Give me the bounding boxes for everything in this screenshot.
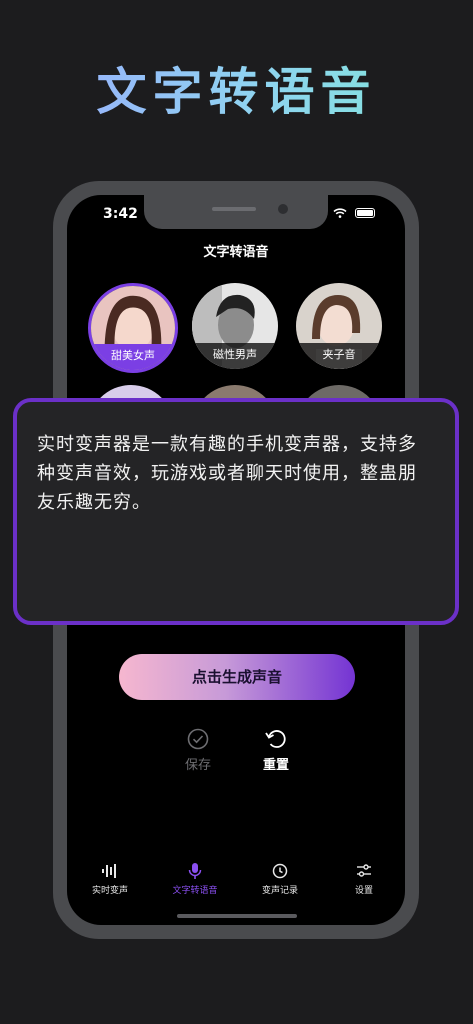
waveform-icon	[102, 864, 116, 878]
tab-label: 设置	[354, 886, 373, 896]
screen-title: 文字转语音	[203, 245, 269, 260]
tab-settings[interactable]: 设置	[329, 862, 399, 896]
home-indicator	[177, 914, 297, 918]
voice-option-magnetic-male[interactable]: 磁性男声	[192, 283, 278, 369]
tab-label: 文字转语音	[172, 886, 218, 896]
reset-button[interactable]: 重置	[246, 728, 306, 773]
save-button[interactable]: 保存	[168, 728, 228, 773]
battery-icon	[355, 208, 375, 218]
save-label: 保存	[184, 758, 211, 773]
reset-icon	[265, 730, 286, 748]
tab-label: 实时变声	[91, 886, 128, 896]
microphone-icon	[188, 863, 202, 879]
voice-label: 夹子音	[296, 343, 382, 369]
reset-label: 重置	[262, 758, 289, 773]
phone-notch	[144, 195, 328, 229]
headline-title: 文字转语音	[0, 52, 473, 124]
voice-option-sweet-female[interactable]: 甜美女声	[88, 283, 178, 373]
voice-label: 磁性男声	[192, 343, 278, 369]
tab-label: 变声记录	[261, 886, 298, 896]
front-camera	[278, 204, 288, 214]
wifi-icon	[333, 208, 347, 218]
voice-option-clip-voice[interactable]: 夹子音	[296, 283, 382, 369]
tab-voice-history[interactable]: 变声记录	[245, 862, 315, 896]
voice-label: 甜美女声	[91, 344, 175, 370]
check-circle-icon	[187, 728, 209, 750]
speaker-grille	[212, 207, 256, 211]
tab-realtime-voice[interactable]: 实时变声	[75, 862, 145, 896]
status-icons	[333, 208, 375, 218]
status-time: 3:42	[103, 206, 138, 222]
bottom-tab-bar: 实时变声 文字转语音 变声记录 设置	[67, 862, 405, 906]
tab-text-to-speech[interactable]: 文字转语音	[160, 862, 230, 896]
sliders-icon	[357, 864, 371, 877]
text-input-content[interactable]: 实时变声器是一款有趣的手机变声器，支持多种变声音效，玩游戏或者聊天时使用，整蛊朋…	[37, 430, 433, 517]
clock-icon	[272, 863, 288, 879]
text-input-card[interactable]: 实时变声器是一款有趣的手机变声器，支持多种变声音效，玩游戏或者聊天时使用，整蛊朋…	[13, 398, 459, 625]
generate-voice-button[interactable]: 点击生成声音	[119, 654, 355, 700]
